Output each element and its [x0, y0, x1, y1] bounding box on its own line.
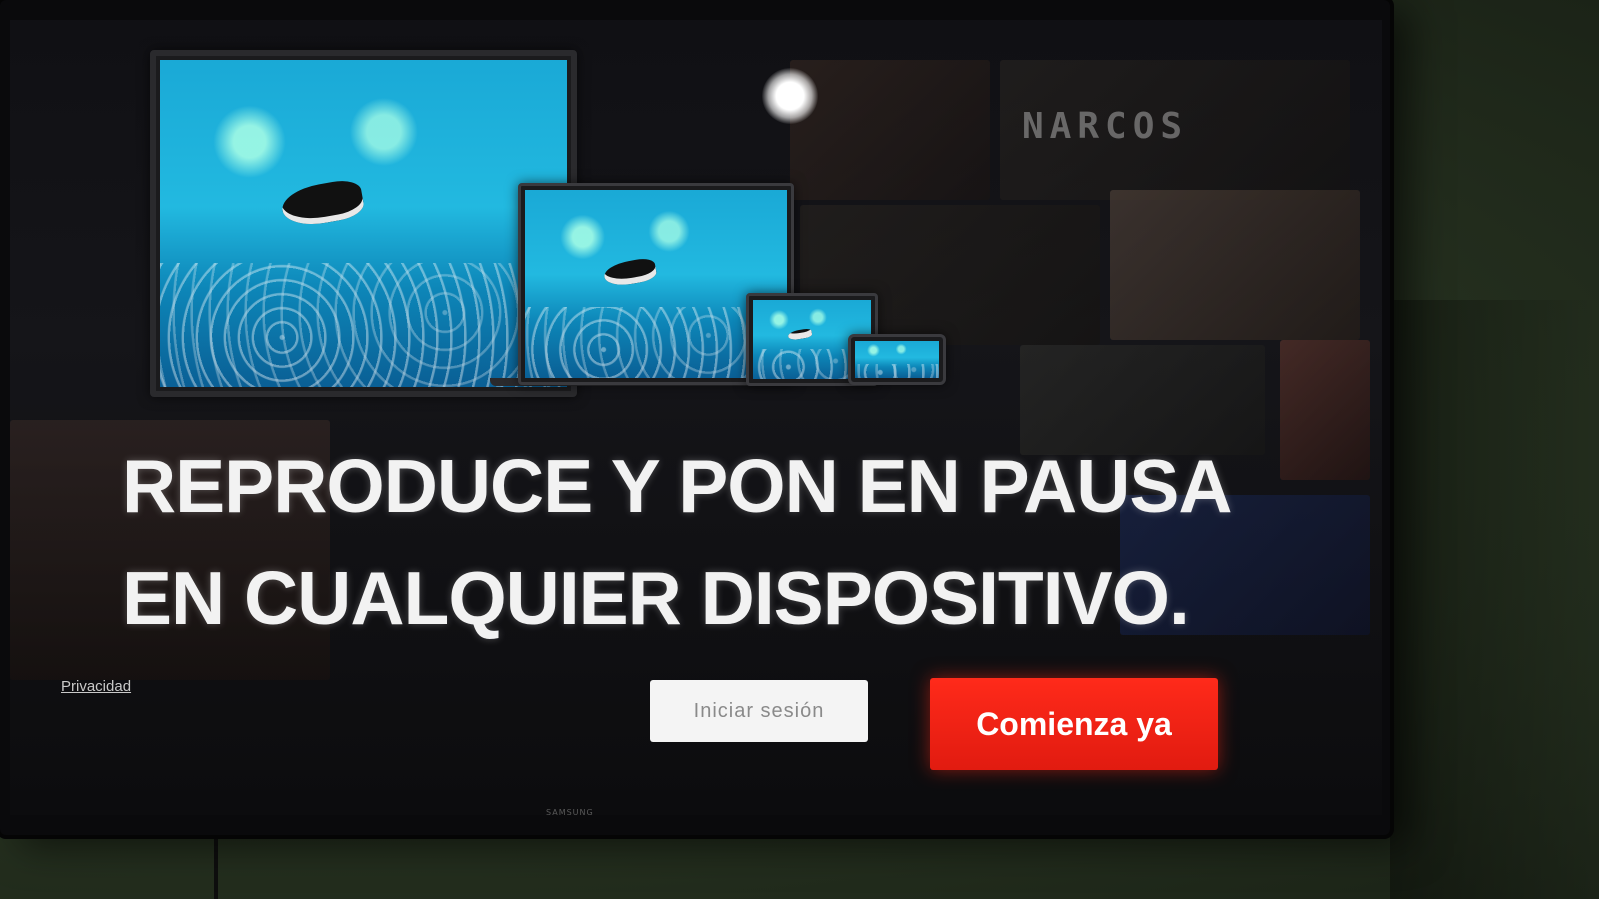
privacy-link[interactable]: Privacidad	[61, 678, 131, 695]
signin-button[interactable]: Iniciar sesión	[650, 680, 868, 742]
start-now-button[interactable]: Comienza ya	[930, 678, 1218, 770]
phone-device-image	[848, 334, 946, 385]
background-poster	[1110, 190, 1360, 340]
light-glare	[762, 68, 818, 124]
page-headline: REPRODUCE Y PON EN PAUSA EN CUALQUIER DI…	[122, 430, 1302, 654]
tv-device-image	[150, 50, 577, 397]
tv-screen: NARCOS REPRODUCE Y PON EN PAUSA EN CUALQ…	[10, 20, 1382, 815]
television: NARCOS REPRODUCE Y PON EN PAUSA EN CUALQ…	[0, 0, 1390, 835]
tv-brand-label: SAMSUNG	[546, 808, 594, 817]
headline-line-1: REPRODUCE Y PON EN PAUSA	[122, 444, 1233, 528]
tv-cable	[214, 835, 218, 899]
background-poster	[790, 60, 990, 200]
narcos-poster-title: NARCOS	[1022, 106, 1189, 147]
wall-shadow	[1390, 300, 1599, 899]
headline-line-2: EN CUALQUIER DISPOSITIVO.	[122, 556, 1190, 640]
